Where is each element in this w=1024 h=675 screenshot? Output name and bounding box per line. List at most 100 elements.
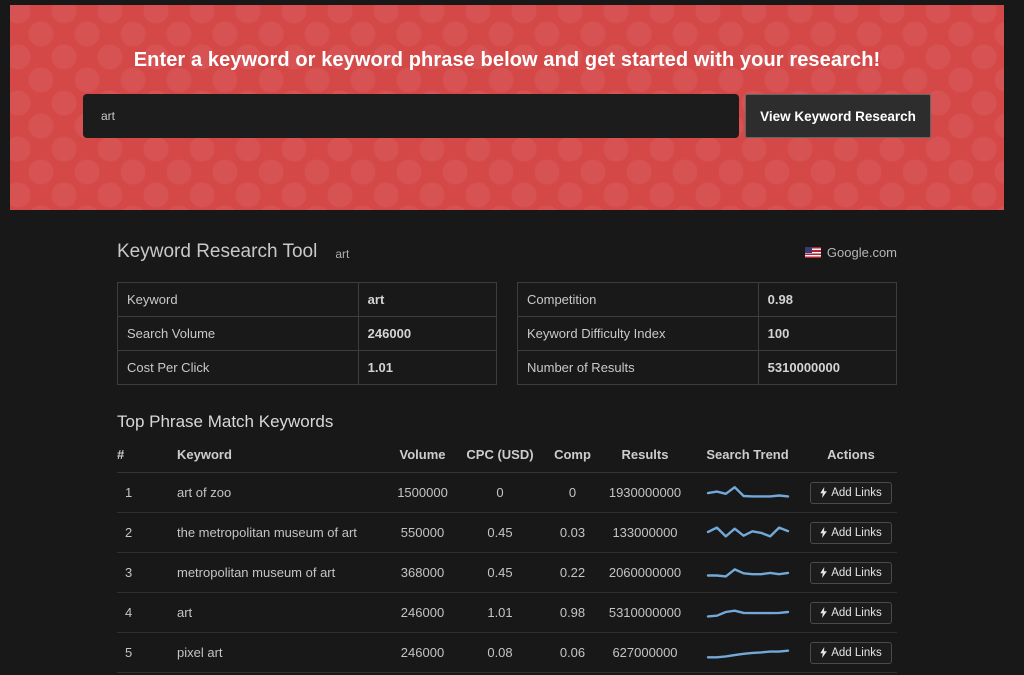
- rank-cell: 5: [117, 632, 177, 673]
- summary-label: Cost Per Click: [117, 350, 359, 385]
- volume-cell: 368000: [390, 552, 455, 593]
- summary-row: Competition 0.98: [517, 282, 898, 317]
- column-header-cpc: CPC (USD): [455, 443, 545, 473]
- keyword-cell: metropolitan museum of art: [177, 552, 390, 593]
- column-header-volume: Volume: [390, 443, 455, 473]
- comp-cell: 0.06: [545, 632, 600, 673]
- add-links-button[interactable]: Add Links: [810, 481, 892, 504]
- add-links-label: Add Links: [831, 606, 882, 619]
- actions-cell: Add Links: [805, 592, 897, 633]
- add-links-button[interactable]: Add Links: [810, 521, 892, 544]
- keywords-table: # Keyword Volume CPC (USD) Comp Results …: [117, 443, 897, 673]
- keyword-row: 2 the metropolitan museum of art 550000 …: [117, 512, 897, 553]
- search-trend-cell: [690, 552, 805, 593]
- page-subtitle-keyword: art: [335, 247, 350, 261]
- actions-cell: Add Links: [805, 552, 897, 593]
- volume-cell: 550000: [390, 512, 455, 553]
- search-trend-cell: [690, 472, 805, 513]
- keyword-row: 1 art of zoo 1500000 0 0 1930000000 Add …: [117, 472, 897, 513]
- rank-cell: 3: [117, 552, 177, 593]
- search-trend-sparkline: [706, 525, 789, 538]
- add-links-label: Add Links: [831, 566, 882, 579]
- summary-table-left: Keyword art Search Volume 246000 Cost Pe…: [117, 282, 498, 385]
- add-links-label: Add Links: [831, 486, 882, 499]
- column-header-results: Results: [600, 443, 690, 473]
- column-header-rank: #: [117, 443, 177, 473]
- lightning-bolt-icon: [820, 527, 828, 538]
- cpc-cell: 0: [455, 472, 545, 513]
- cpc-cell: 0.45: [455, 512, 545, 553]
- cpc-cell: 1.01: [455, 592, 545, 633]
- summary-value: 0.98: [757, 282, 898, 317]
- search-trend-cell: [690, 592, 805, 633]
- lightning-bolt-icon: [820, 567, 828, 578]
- results-cell: 1930000000: [600, 472, 690, 513]
- us-flag-icon: [804, 246, 821, 258]
- keyword-row: 4 art 246000 1.01 0.98 5310000000 Add Li…: [117, 592, 897, 633]
- top-phrase-match-heading: Top Phrase Match Keywords: [117, 412, 334, 431]
- search-trend-sparkline: [706, 567, 789, 578]
- column-header-keyword: Keyword: [177, 443, 390, 473]
- results-cell: 627000000: [600, 632, 690, 673]
- summary-row: Cost Per Click 1.01: [117, 350, 498, 385]
- lightning-bolt-icon: [820, 487, 828, 498]
- summary-row: Keyword Difficulty Index 100: [517, 316, 898, 351]
- column-header-comp: Comp: [545, 443, 600, 473]
- search-bar: View Keyword Research: [83, 94, 931, 138]
- keyword-cell: art of zoo: [177, 472, 390, 513]
- page-title: Keyword Research Tool: [117, 241, 318, 262]
- summary-row: Keyword art: [117, 282, 498, 317]
- add-links-label: Add Links: [831, 646, 882, 659]
- rank-cell: 2: [117, 512, 177, 553]
- summary-row: Search Volume 246000: [117, 316, 498, 351]
- add-links-button[interactable]: Add Links: [810, 641, 892, 664]
- summary-label: Search Volume: [117, 316, 359, 351]
- comp-cell: 0: [545, 472, 600, 513]
- results-panel: Keyword Research Tool art Google.com Key…: [117, 239, 898, 673]
- results-cell: 5310000000: [600, 592, 690, 633]
- summary-value: art: [357, 282, 498, 317]
- keywords-table-header: # Keyword Volume CPC (USD) Comp Results …: [117, 443, 897, 473]
- keyword-cell: pixel art: [177, 632, 390, 673]
- hero-banner: Enter a keyword or keyword phrase below …: [10, 5, 1004, 210]
- summary-value: 100: [757, 316, 898, 351]
- keyword-search-input[interactable]: [83, 94, 739, 138]
- comp-cell: 0.98: [545, 592, 600, 633]
- search-engine-label: Google.com: [826, 244, 897, 260]
- keyword-row: 5 pixel art 246000 0.08 0.06 627000000 A…: [117, 632, 897, 673]
- add-links-button[interactable]: Add Links: [810, 561, 892, 584]
- add-links-label: Add Links: [831, 526, 882, 539]
- lightning-bolt-icon: [820, 607, 828, 618]
- actions-cell: Add Links: [805, 632, 897, 673]
- results-header: Keyword Research Tool art Google.com: [117, 239, 897, 265]
- comp-cell: 0.22: [545, 552, 600, 593]
- volume-cell: 246000: [390, 632, 455, 673]
- add-links-button[interactable]: Add Links: [810, 601, 892, 624]
- column-header-actions: Actions: [805, 443, 897, 473]
- summary-label: Keyword: [117, 282, 359, 317]
- lightning-bolt-icon: [820, 647, 828, 658]
- summary-label: Keyword Difficulty Index: [517, 316, 759, 351]
- summary-value: 5310000000: [757, 350, 898, 385]
- column-header-search-trend: Search Trend: [690, 443, 805, 473]
- summary-tables: Keyword art Search Volume 246000 Cost Pe…: [117, 282, 898, 385]
- summary-row: Number of Results 5310000000: [517, 350, 898, 385]
- actions-cell: Add Links: [805, 472, 897, 513]
- summary-table-right: Competition 0.98 Keyword Difficulty Inde…: [517, 282, 898, 385]
- search-trend-cell: [690, 512, 805, 553]
- actions-cell: Add Links: [805, 512, 897, 553]
- summary-value: 1.01: [357, 350, 498, 385]
- rank-cell: 1: [117, 472, 177, 513]
- keyword-row: 3 metropolitan museum of art 368000 0.45…: [117, 552, 897, 593]
- view-keyword-research-button[interactable]: View Keyword Research: [745, 94, 931, 138]
- summary-value: 246000: [357, 316, 498, 351]
- search-trend-cell: [690, 632, 805, 673]
- keyword-cell: art: [177, 592, 390, 633]
- hero-headline: Enter a keyword or keyword phrase below …: [133, 49, 881, 71]
- keyword-cell: the metropolitan museum of art: [177, 512, 390, 553]
- volume-cell: 1500000: [390, 472, 455, 513]
- volume-cell: 246000: [390, 592, 455, 633]
- cpc-cell: 0.45: [455, 552, 545, 593]
- search-trend-sparkline: [706, 608, 789, 618]
- results-cell: 133000000: [600, 512, 690, 553]
